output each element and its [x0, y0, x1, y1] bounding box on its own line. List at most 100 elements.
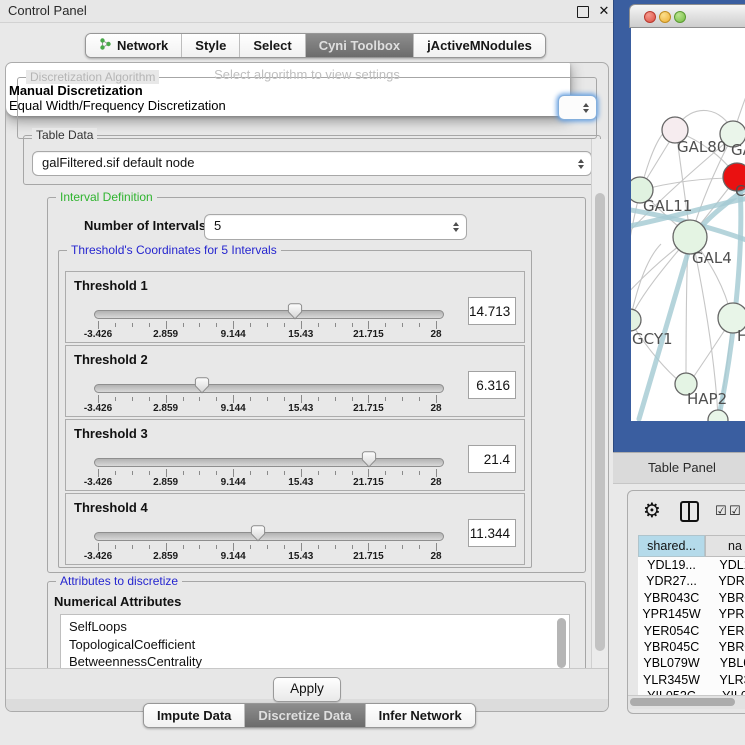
- slider-track[interactable]: [94, 310, 444, 319]
- table-row[interactable]: YDL19...YDL1: [638, 557, 745, 573]
- tick-label: 15.43: [288, 403, 313, 414]
- column-header-2[interactable]: na: [705, 535, 745, 557]
- slider-thumb[interactable]: [361, 451, 377, 468]
- network-node-label: GAL80: [677, 138, 726, 156]
- slider-thumb[interactable]: [287, 303, 303, 320]
- table-panel: Table Panel ⚙ ☑ ☑ shared...na YDL19...YD…: [613, 452, 745, 745]
- algorithm-combobox[interactable]: [558, 95, 597, 120]
- slider-thumb[interactable]: [250, 525, 266, 542]
- gear-icon[interactable]: ⚙: [643, 498, 661, 523]
- table-row[interactable]: YDR27...YDR2: [638, 573, 745, 589]
- slider-scale-labels: -3.4262.8599.14415.4321.71528: [98, 329, 436, 341]
- network-window-titlebar[interactable]: [629, 4, 745, 28]
- table-row[interactable]: YBR043CYBR0: [638, 590, 745, 606]
- tab-infer-network[interactable]: Infer Network: [366, 704, 475, 727]
- scrollbar-thumb[interactable]: [595, 193, 605, 651]
- checkbox-icon[interactable]: ☑: [715, 503, 727, 519]
- threshold-value-field[interactable]: 14.713: [468, 297, 516, 325]
- control-panel-tabbar: Network StyleSelectCyni ToolboxjActiveMNo…: [85, 33, 546, 58]
- threshold-value-field[interactable]: 6.316: [468, 371, 516, 399]
- table-cell: YPR1: [705, 606, 745, 622]
- slider-scale-labels: -3.4262.8599.14415.4321.71528: [98, 551, 436, 563]
- checkbox-icon[interactable]: ☑: [729, 503, 741, 519]
- tab-impute-data[interactable]: Impute Data: [144, 704, 245, 727]
- table-rows: YDL19...YDL1YDR27...YDR2YBR043CYBR0YPR14…: [638, 557, 745, 695]
- control-panel-scrollbar[interactable]: [591, 139, 608, 668]
- table-panel-box: ⚙ ☑ ☑ shared...na YDL19...YDL1YDR27...YD…: [627, 490, 745, 714]
- algorithm-option[interactable]: Equal Width/Frequency Discretization: [9, 98, 226, 113]
- slider-ticks: [98, 395, 436, 403]
- table-cell: YIL0: [705, 688, 745, 695]
- threshold-value-field[interactable]: 21.4: [468, 445, 516, 473]
- tick-label: 28: [430, 329, 441, 340]
- tab-discretize-data[interactable]: Discretize Data: [245, 704, 365, 727]
- table-row[interactable]: YBL079WYBL0: [638, 655, 745, 671]
- network-node[interactable]: [708, 410, 728, 421]
- tick-label: -3.426: [84, 477, 112, 488]
- table-cell: YLR345W: [638, 672, 705, 688]
- tick-label: 28: [430, 551, 441, 562]
- column-layout-icon[interactable]: [680, 501, 699, 522]
- slider-thumb[interactable]: [194, 377, 210, 394]
- algorithm-option[interactable]: Manual Discretization: [9, 83, 143, 98]
- window-minimize-icon[interactable]: [659, 11, 671, 23]
- column-header-1[interactable]: shared...: [638, 535, 705, 557]
- threshold-panel: Threshold 1-3.4262.8599.14415.4321.71528…: [65, 271, 525, 343]
- window-close-icon[interactable]: [644, 11, 656, 23]
- threshold-value-field[interactable]: 11.344: [468, 519, 516, 547]
- number-of-intervals-combobox[interactable]: 5: [204, 214, 467, 240]
- table-data-combobox[interactable]: galFiltered.sif default node: [32, 151, 592, 176]
- threshold-panel: Threshold 3-3.4262.8599.14415.4321.71528…: [65, 419, 525, 491]
- tab-style[interactable]: Style: [182, 34, 240, 57]
- table-cell: YLR3: [705, 672, 745, 688]
- tab-label: Network: [117, 38, 168, 53]
- number-of-intervals-value: 5: [214, 215, 221, 237]
- slider-track[interactable]: [94, 458, 444, 467]
- table-cell: YBR0: [705, 590, 745, 606]
- table-row[interactable]: YBR045CYBR0: [638, 639, 745, 655]
- tick-label: 28: [430, 477, 441, 488]
- tick-label: 15.43: [288, 329, 313, 340]
- table-row[interactable]: YIL052CYIL0: [638, 688, 745, 695]
- network-canvas[interactable]: GAL80GACGAL11GAL4GCY1HHAP2: [631, 28, 745, 421]
- control-panel-title: Control Panel: [8, 0, 87, 22]
- tick-label: 2.859: [153, 329, 178, 340]
- slider-scale-labels: -3.4262.8599.14415.4321.71528: [98, 403, 436, 415]
- tab-jactivemnodules[interactable]: jActiveMNodules: [414, 34, 545, 57]
- table-cell: YDR27...: [638, 573, 705, 589]
- tick-label: 15.43: [288, 477, 313, 488]
- table-row[interactable]: YLR345WYLR3: [638, 672, 745, 688]
- scrollbar-thumb[interactable]: [630, 698, 735, 706]
- slider-track[interactable]: [94, 532, 444, 541]
- number-of-intervals-label: Number of Intervals: [84, 218, 206, 233]
- control-panel: Control Panel ✕ Network StyleSelectCyni T…: [0, 0, 613, 745]
- table-row[interactable]: YPR145WYPR1: [638, 606, 745, 622]
- window-zoom-icon[interactable]: [674, 11, 686, 23]
- list-scrollbar[interactable]: [557, 618, 566, 668]
- tab-select[interactable]: Select: [240, 34, 305, 57]
- tick-label: 9.144: [221, 329, 246, 340]
- table-cell: YBL079W: [638, 655, 705, 671]
- table-cell: YDL1: [705, 557, 745, 573]
- combo-stepper-icon: [583, 103, 589, 113]
- attribute-item[interactable]: TopologicalCoefficient: [61, 636, 569, 654]
- tab-network[interactable]: Network: [86, 34, 182, 57]
- tab-cyni-toolbox[interactable]: Cyni Toolbox: [306, 34, 414, 57]
- network-node[interactable]: [631, 309, 641, 331]
- tick-label: -3.426: [84, 551, 112, 562]
- table-row[interactable]: YER054CYER0: [638, 623, 745, 639]
- close-icon[interactable]: ✕: [596, 2, 612, 20]
- table-data-value: galFiltered.sif default node: [42, 152, 194, 174]
- table-cell: YER0: [705, 623, 745, 639]
- tick-label: -3.426: [84, 329, 112, 340]
- table-header-row: shared...na: [638, 535, 745, 557]
- combo-stepper-icon: [578, 159, 584, 169]
- threshold-label: Threshold 4: [74, 500, 148, 515]
- float-window-icon[interactable]: [577, 6, 589, 18]
- table-horizontal-scrollbar[interactable]: [628, 695, 745, 709]
- algorithm-popup-hint: Select algorithm to view settings: [6, 67, 608, 82]
- tick-label: 2.859: [153, 477, 178, 488]
- apply-button[interactable]: Apply: [273, 677, 341, 702]
- slider-track[interactable]: [94, 384, 444, 393]
- attribute-item[interactable]: SelfLoops: [61, 615, 569, 636]
